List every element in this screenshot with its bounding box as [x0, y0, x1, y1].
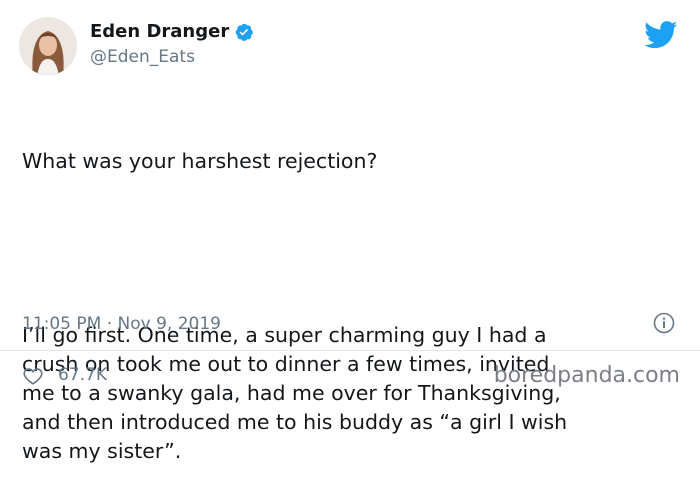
display-name[interactable]: Eden Dranger — [90, 21, 229, 43]
tweet-paragraph: I’ll go first. One time, a super charmin… — [22, 323, 568, 463]
avatar[interactable] — [19, 17, 77, 75]
tweet-text: What was your harshest rejection? I’ll g… — [22, 89, 682, 495]
like-count: 67.7K — [58, 365, 107, 385]
tweet-timestamp[interactable]: 11:05 PM · Nov 9, 2019 — [22, 313, 221, 335]
heart-icon[interactable] — [22, 365, 44, 387]
author-handle[interactable]: @Eden_Eats — [90, 46, 195, 68]
info-icon[interactable] — [653, 312, 675, 334]
watermark: boredpanda.com — [493, 363, 680, 388]
author-name-row: Eden Dranger — [90, 21, 254, 43]
twitter-bird-icon[interactable] — [644, 21, 678, 49]
tweet-paragraph: What was your harshest rejection? — [22, 149, 378, 173]
verified-badge-icon — [234, 22, 254, 42]
divider — [0, 350, 700, 351]
